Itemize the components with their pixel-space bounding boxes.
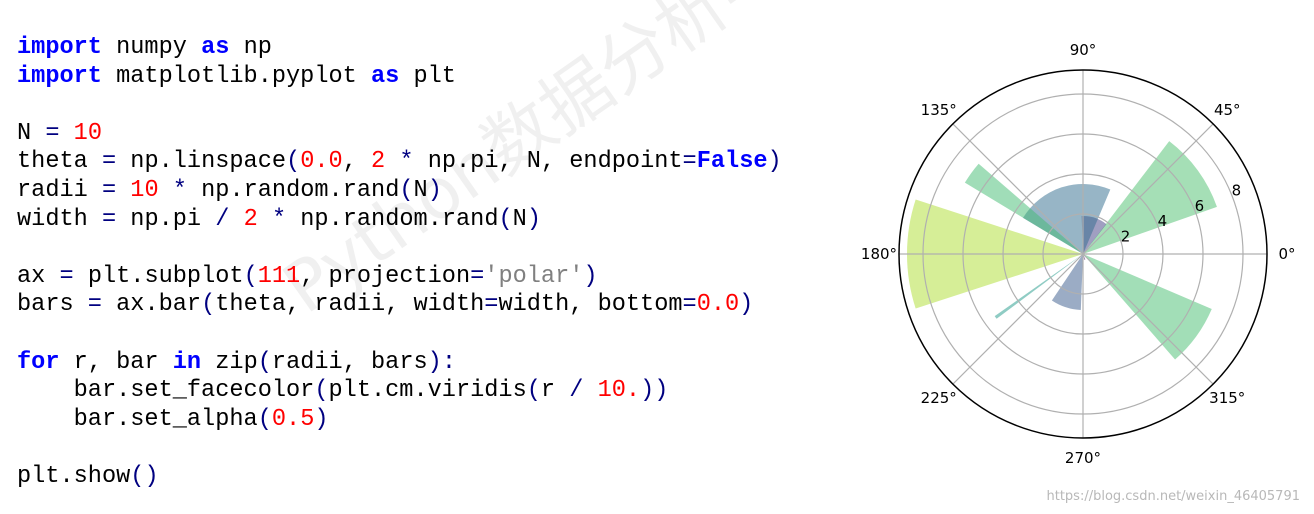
polar-chart: 0° 45° 90° 135° 180° 225° 270° 315° 2 4 6 8	[861, 41, 1296, 467]
theta-tick-label: 45°	[1214, 101, 1241, 119]
theta-tick-label: 315°	[1209, 389, 1245, 407]
r-tick-label: 4	[1158, 212, 1168, 230]
r-tick-label: 8	[1232, 181, 1242, 199]
theta-tick-label: 90°	[1070, 41, 1097, 59]
theta-tick-label: 180°	[861, 245, 897, 263]
theta-tick-label: 270°	[1065, 449, 1101, 467]
source-url: https://blog.csdn.net/weixin_46405791	[1046, 489, 1300, 504]
polar-bar	[1083, 254, 1212, 360]
theta-tick-label: 225°	[921, 389, 957, 407]
r-tick-label: 2	[1121, 227, 1131, 245]
theta-tick-label: 0°	[1278, 245, 1295, 263]
theta-tick-label: 135°	[921, 101, 957, 119]
r-tick-label: 6	[1195, 197, 1205, 215]
